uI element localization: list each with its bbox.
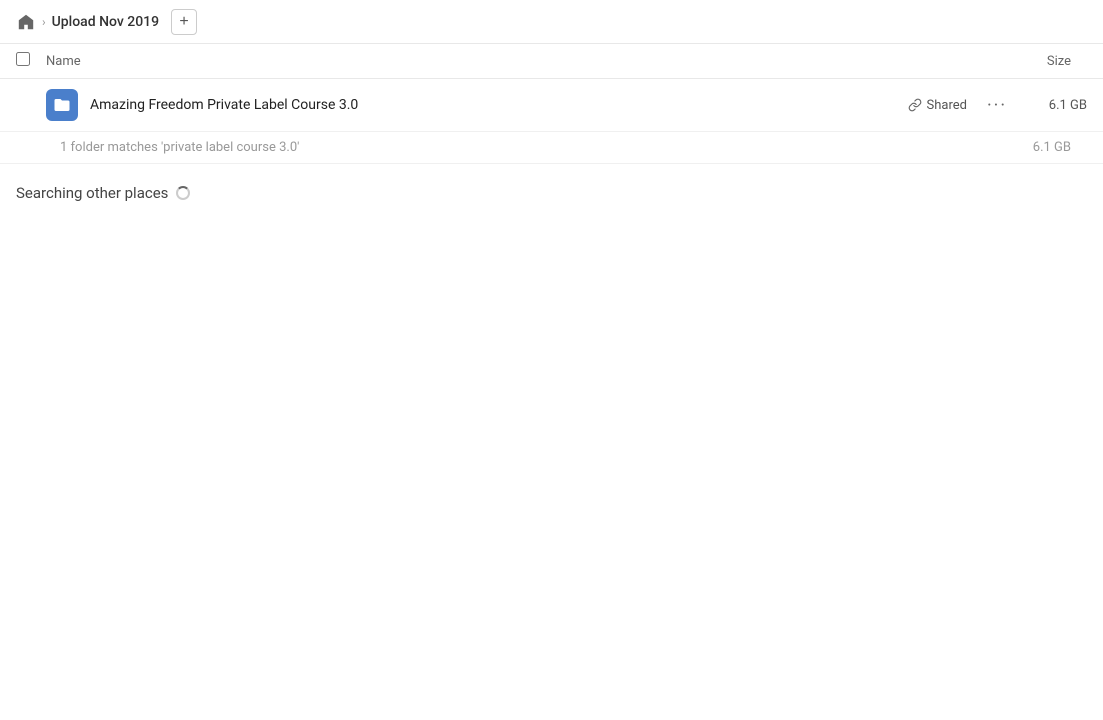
match-info-text: 1 folder matches 'private label course 3… — [60, 140, 1033, 155]
size-column-header: Size — [1007, 54, 1087, 69]
add-button[interactable]: + — [171, 9, 197, 35]
home-icon[interactable] — [16, 12, 36, 32]
select-all-checkbox[interactable] — [16, 52, 46, 70]
file-row[interactable]: Amazing Freedom Private Label Course 3.0… — [0, 79, 1103, 132]
searching-label: Searching other places — [16, 184, 1087, 202]
name-column-header: Name — [46, 54, 1007, 69]
searching-section: Searching other places — [0, 164, 1103, 214]
column-headers: Name Size — [0, 44, 1103, 79]
checkbox-input[interactable] — [16, 52, 30, 66]
loading-spinner — [176, 186, 190, 200]
file-name: Amazing Freedom Private Label Course 3.0 — [90, 97, 908, 113]
breadcrumb-chevron: › — [42, 15, 46, 29]
match-info-size: 6.1 GB — [1033, 140, 1087, 155]
shared-badge: Shared — [908, 98, 967, 113]
folder-icon — [46, 89, 78, 121]
shared-label: Shared — [927, 98, 967, 113]
file-size: 6.1 GB — [1027, 98, 1087, 113]
match-info-row: 1 folder matches 'private label course 3… — [0, 132, 1103, 164]
breadcrumb-bar: › Upload Nov 2019 + — [0, 0, 1103, 44]
breadcrumb-folder-name: Upload Nov 2019 — [52, 14, 159, 30]
searching-text: Searching other places — [16, 184, 168, 202]
link-icon — [908, 98, 922, 112]
more-options-button[interactable]: ··· — [983, 91, 1011, 119]
